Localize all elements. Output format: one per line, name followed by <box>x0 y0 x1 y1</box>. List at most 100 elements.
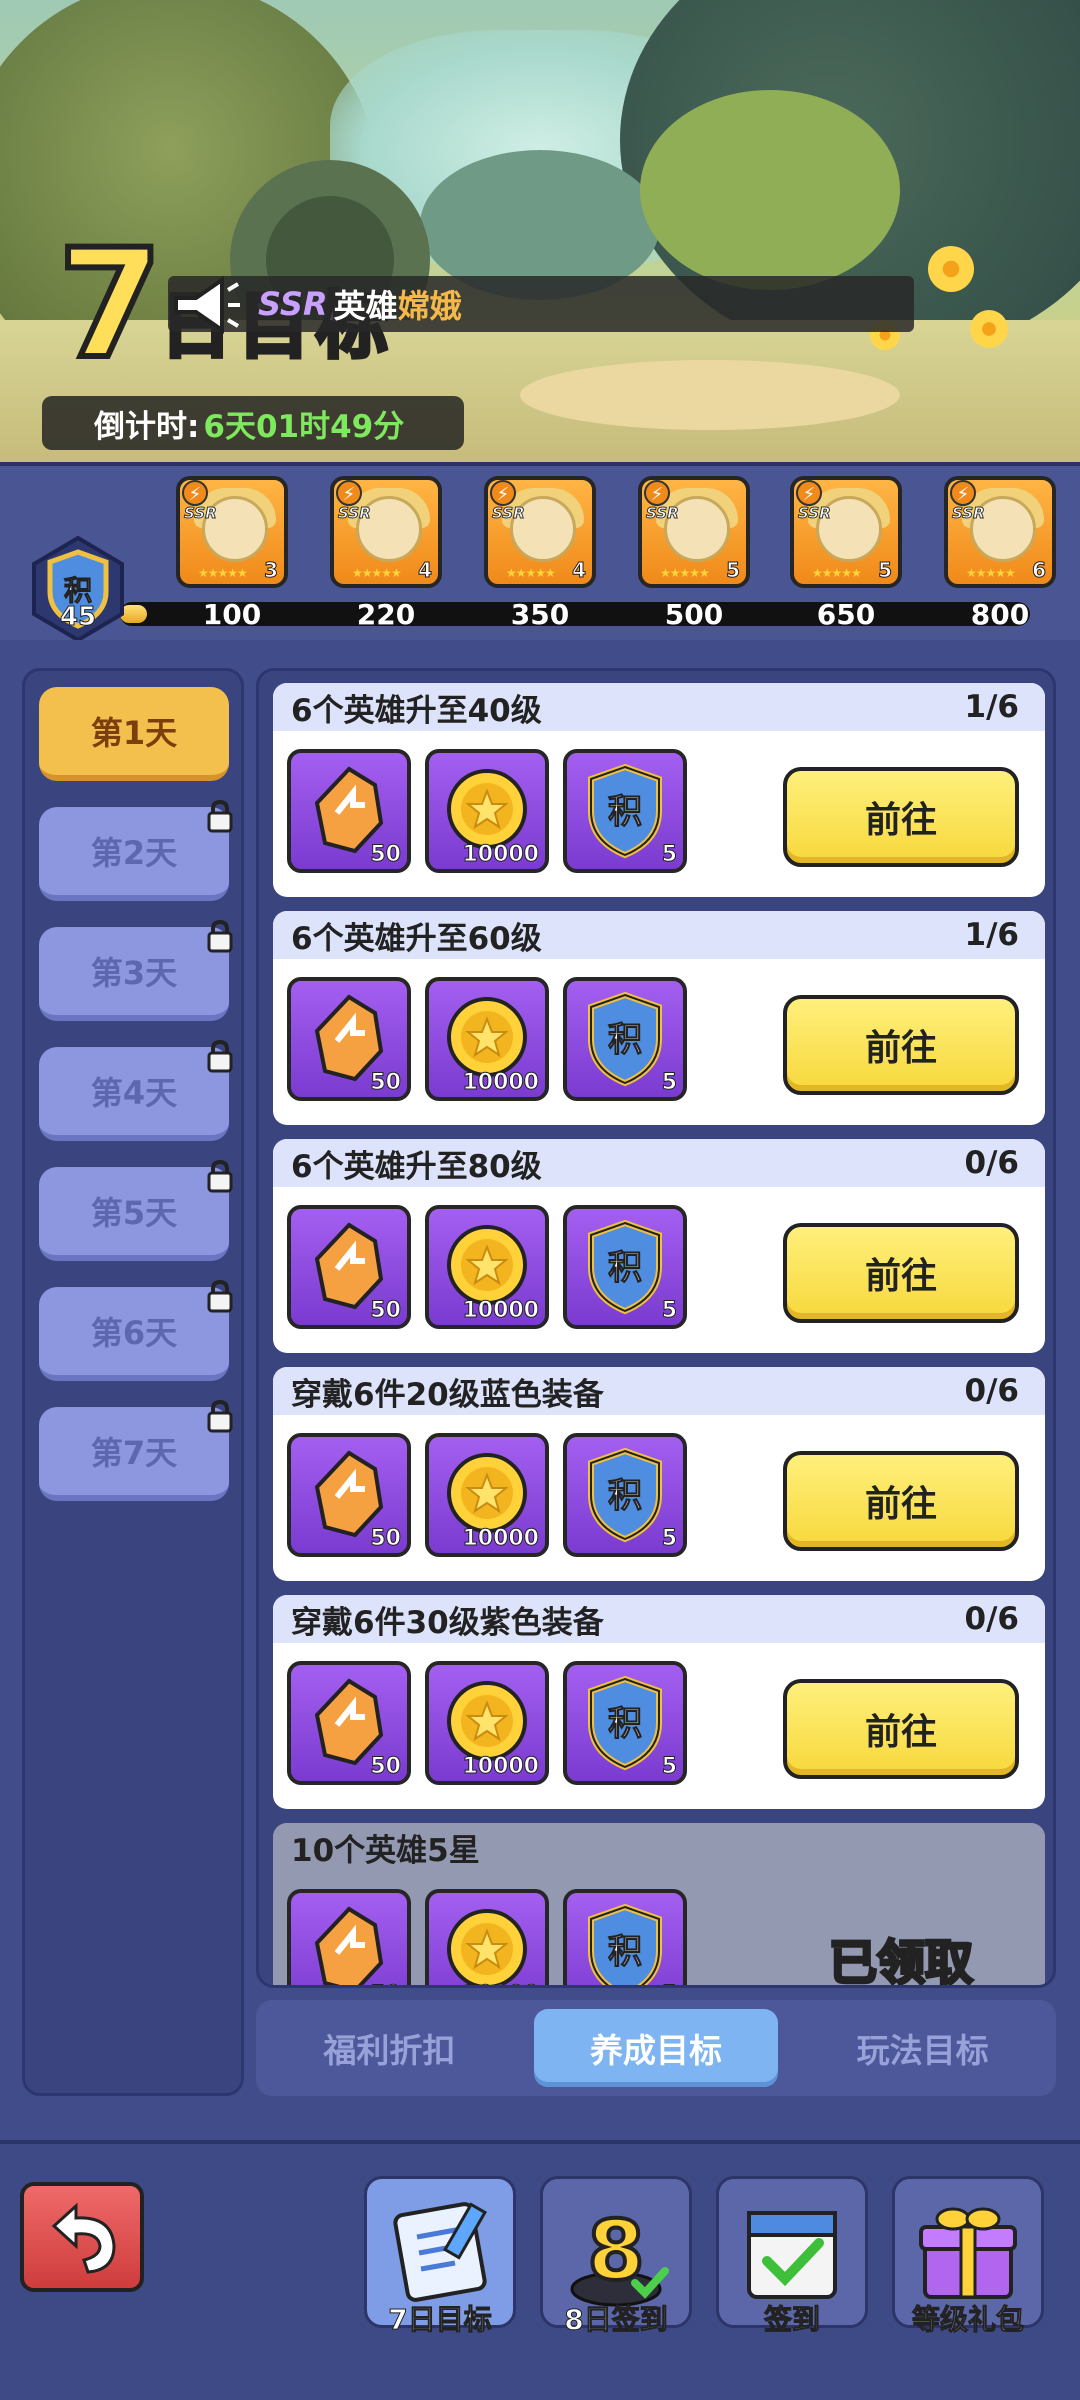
claimed-status: 已领取 <box>827 1934 974 1988</box>
countdown-label: 倒计时: <box>94 408 200 445</box>
milestone-hero-reward[interactable]: ⚡ SSR ★★★★★ 5 <box>638 476 750 588</box>
ssr-tag: SSR <box>952 504 986 523</box>
reward-item[interactable]: 50 <box>287 1205 411 1329</box>
day-tab-3[interactable]: 第3天 <box>39 919 233 1021</box>
milestone-points-label: 500 <box>664 598 724 631</box>
ssr-tag: SSR <box>492 504 526 523</box>
main-content: 第1天 第2天 第3天 第4天 第5天 第6天 第7天 6个英雄升至40级 1/6 50 1000… <box>0 640 1080 2140</box>
flower-decoration <box>970 310 1008 348</box>
milestone-star-count: 5 <box>878 558 893 583</box>
milestone-hero-reward[interactable]: ⚡ SSR ★★★★★ 4 <box>330 476 442 588</box>
bottom-navigation: 7日目标 8 8日签到 签到 等级礼包 <box>0 2140 1080 2400</box>
lock-icon <box>207 1399 233 1433</box>
reward-item[interactable]: 积5 <box>563 1661 687 1785</box>
star-rating-icon: ★★★★★ <box>352 566 402 580</box>
milestone-hero-reward[interactable]: ⚡ SSR ★★★★★ 4 <box>484 476 596 588</box>
milestone-hero-reward[interactable]: ⚡ SSR ★★★★★ 5 <box>790 476 902 588</box>
reward-quantity: 5 <box>661 1298 677 1324</box>
reward-quantity: 10000 <box>462 1982 540 1986</box>
day-tab-7[interactable]: 第7天 <box>39 1399 233 1501</box>
points-value: 45 <box>59 602 97 633</box>
ssr-tag: SSR <box>338 504 372 523</box>
reward-item[interactable]: 10000 <box>425 977 549 1101</box>
reward-item[interactable]: 10000 <box>425 749 549 873</box>
task-list[interactable]: 6个英雄升至40级 1/6 50 10000 积 5 前往 6个英雄升至60级 1/6 50 100… <box>256 668 1056 1988</box>
lightning-icon: ⚡ <box>182 480 208 506</box>
go-button[interactable]: 前往 <box>783 1679 1019 1779</box>
tab-gameplay-goals[interactable]: 玩法目标 <box>801 2009 1045 2087</box>
reward-quantity: 50 <box>370 1526 402 1552</box>
reward-quantity: 50 <box>370 1070 402 1096</box>
svg-text:积: 积 <box>608 1932 642 1972</box>
milestone-star-count: 4 <box>572 558 587 583</box>
task-card: 6个英雄升至40级 1/6 50 10000 积 5 前往 <box>273 683 1045 897</box>
gold-coin-icon <box>447 1909 527 1985</box>
day-tab-label: 第4天 <box>90 1074 178 1112</box>
lock-icon <box>207 1279 233 1313</box>
task-progress: 0/6 <box>964 1145 1019 1181</box>
reward-item[interactable]: 10000 <box>425 1661 549 1785</box>
day-selector: 第1天第2天第3天第4天第5天第6天第7天 <box>22 668 244 2096</box>
day-tab-4[interactable]: 第4天 <box>39 1039 233 1141</box>
tab-welfare-discount[interactable]: 福利折扣 <box>267 2009 511 2087</box>
day-tab-label: 第1天 <box>90 714 178 752</box>
reward-quantity: 5 <box>661 1754 677 1780</box>
reward-quantity: 10000 <box>462 1526 540 1552</box>
go-button[interactable]: 前往 <box>783 1223 1019 1323</box>
reward-item[interactable]: 积5 <box>563 1205 687 1329</box>
day-tab-label: 第5天 <box>90 1194 178 1232</box>
reward-item[interactable]: 10000 <box>425 1205 549 1329</box>
lightning-icon: ⚡ <box>490 480 516 506</box>
flower-decoration <box>928 246 974 292</box>
milestone-star-count: 4 <box>418 558 433 583</box>
back-button[interactable] <box>20 2182 144 2292</box>
task-card: 10个英雄5星5010000积5已领取 <box>273 1823 1045 1988</box>
task-progress: 0/6 <box>964 1373 1019 1409</box>
reward-item[interactable]: 积5 <box>563 749 687 873</box>
reward-item[interactable]: 50 <box>287 1433 411 1557</box>
countdown-timer: 倒计时: 6天01时49分 <box>42 396 464 450</box>
category-tabs: 福利折扣 养成目标 玩法目标 <box>256 2000 1056 2096</box>
reward-item[interactable]: 积5 <box>563 977 687 1101</box>
reward-quantity: 10000 <box>462 1754 540 1780</box>
day-tab-6[interactable]: 第6天 <box>39 1279 233 1381</box>
milestone-hero-reward[interactable]: ⚡ SSR ★★★★★ 6 <box>944 476 1056 588</box>
reward-item[interactable]: 50 <box>287 1661 411 1785</box>
day-tab-5[interactable]: 第5天 <box>39 1159 233 1261</box>
reward-quantity: 5 <box>661 1982 677 1986</box>
go-button[interactable]: 前往 <box>783 767 1019 867</box>
milestone-hero-reward[interactable]: ⚡ SSR ★★★★★ 3 <box>176 476 288 588</box>
announcement-bar: SSR 英雄 嫦娥 <box>168 276 914 332</box>
tab-growth-goals[interactable]: 养成目标 <box>533 2009 778 2087</box>
reward-item[interactable]: 50 <box>287 1889 411 1985</box>
reward-item[interactable]: 积5 <box>563 1433 687 1557</box>
lock-icon <box>207 799 233 833</box>
day-tab-label: 第3天 <box>90 954 178 992</box>
ssr-tag: SSR <box>258 285 328 323</box>
task-card: 6个英雄升至80级 0/6 50 10000 积 5 前往 <box>273 1139 1045 1353</box>
nav-label-level-gift: 等级礼包 <box>911 2303 1024 2337</box>
reward-item[interactable]: 50 <box>287 749 411 873</box>
day-tab-label: 第6天 <box>90 1314 178 1352</box>
reward-quantity: 10000 <box>462 842 540 868</box>
reward-item[interactable]: 积5 <box>563 1889 687 1986</box>
event-day-number: 7 <box>55 218 165 392</box>
svg-text:积: 积 <box>608 1020 642 1060</box>
task-header: 6个英雄升至40级 1/6 <box>273 683 1045 731</box>
reward-quantity: 50 <box>370 1754 402 1780</box>
go-button[interactable]: 前往 <box>783 995 1019 1095</box>
reward-item[interactable]: 50 <box>287 977 411 1101</box>
nav-label-signin: 签到 <box>763 2303 820 2337</box>
countdown-value: 6天01时49分 <box>203 408 405 445</box>
task-header: 10个英雄5星 <box>273 1823 1045 1871</box>
reward-item[interactable]: 10000 <box>425 1889 549 1986</box>
milestone-star-count: 3 <box>264 558 279 583</box>
day-tab-2[interactable]: 第2天 <box>39 799 233 901</box>
day-tab-1[interactable]: 第1天 <box>39 687 229 781</box>
milestone-points-label: 800 <box>970 598 1030 631</box>
reward-quantity: 50 <box>370 842 402 868</box>
reward-item[interactable]: 10000 <box>425 1433 549 1557</box>
star-rating-icon: ★★★★★ <box>506 566 556 580</box>
reward-quantity: 5 <box>661 1070 677 1096</box>
go-button[interactable]: 前往 <box>783 1451 1019 1551</box>
